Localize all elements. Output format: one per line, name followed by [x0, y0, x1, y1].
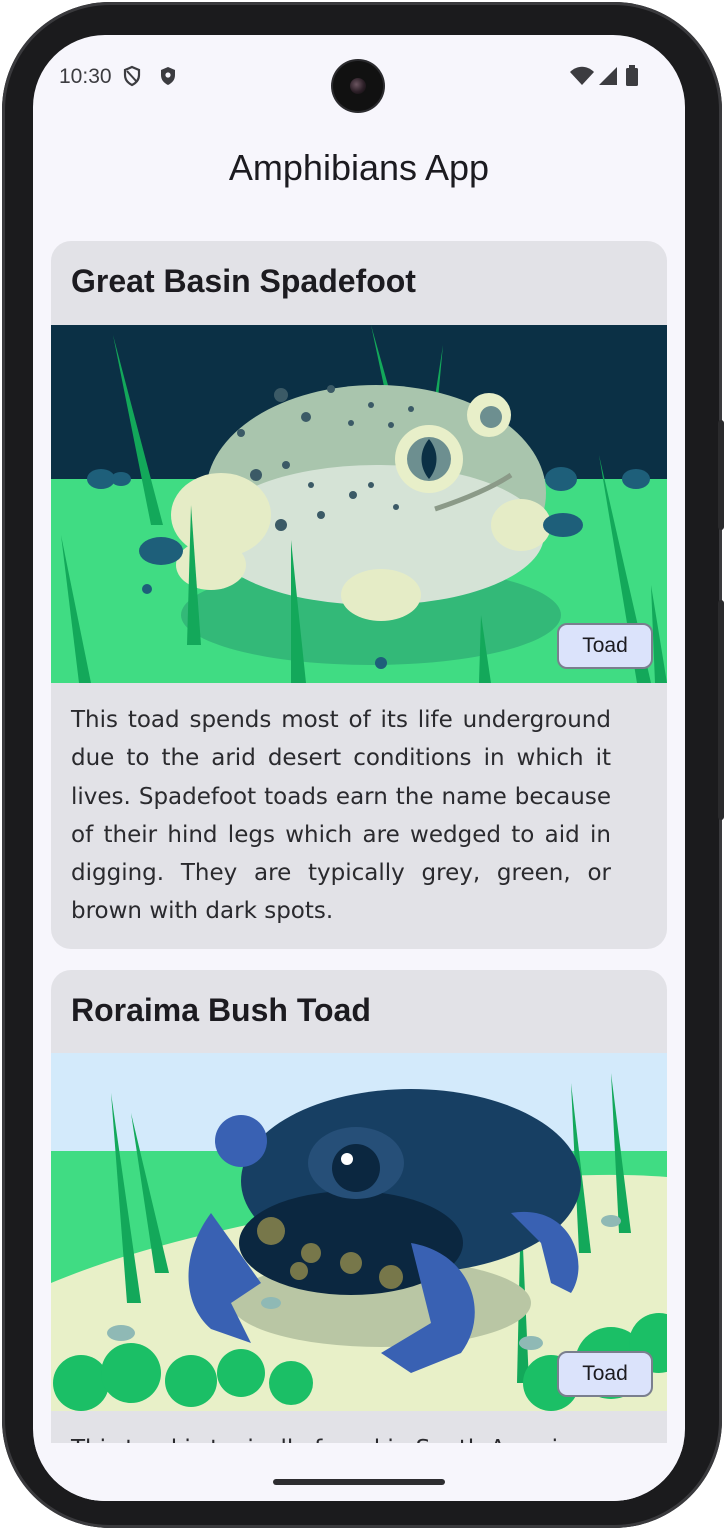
screen: 10:30 Amphibians App Great Basin Spadefo…: [33, 35, 685, 1501]
front-camera: [333, 61, 383, 111]
amphibian-image: Toad: [51, 1053, 667, 1411]
status-bar: 10:30: [33, 35, 685, 119]
card-title: Great Basin Spadefoot: [71, 263, 416, 299]
type-chip: Toad: [557, 623, 653, 669]
gesture-bar-area: [33, 1443, 685, 1501]
shield-outline-icon: [121, 65, 143, 87]
amphibian-card[interactable]: Roraima Bush Toad Toad: [51, 970, 667, 1501]
volume-button: [718, 420, 724, 530]
amphibian-image: Toad: [51, 325, 667, 683]
type-chip: Toad: [557, 1351, 653, 1397]
power-button: [718, 600, 724, 820]
wifi-icon: [569, 65, 595, 87]
battery-icon: [625, 65, 639, 87]
card-title: Roraima Bush Toad: [71, 992, 371, 1028]
home-gesture-handle[interactable]: [273, 1479, 445, 1485]
amphibian-card[interactable]: Great Basin Spadefoot Toad This toad spe…: [51, 241, 667, 949]
status-time: 10:30: [59, 65, 112, 88]
card-description: This toad spends most of its life underg…: [71, 707, 611, 925]
signal-icon: [597, 65, 619, 87]
app-title: Amphibians App: [228, 147, 490, 188]
shield-filled-icon: [157, 65, 179, 87]
